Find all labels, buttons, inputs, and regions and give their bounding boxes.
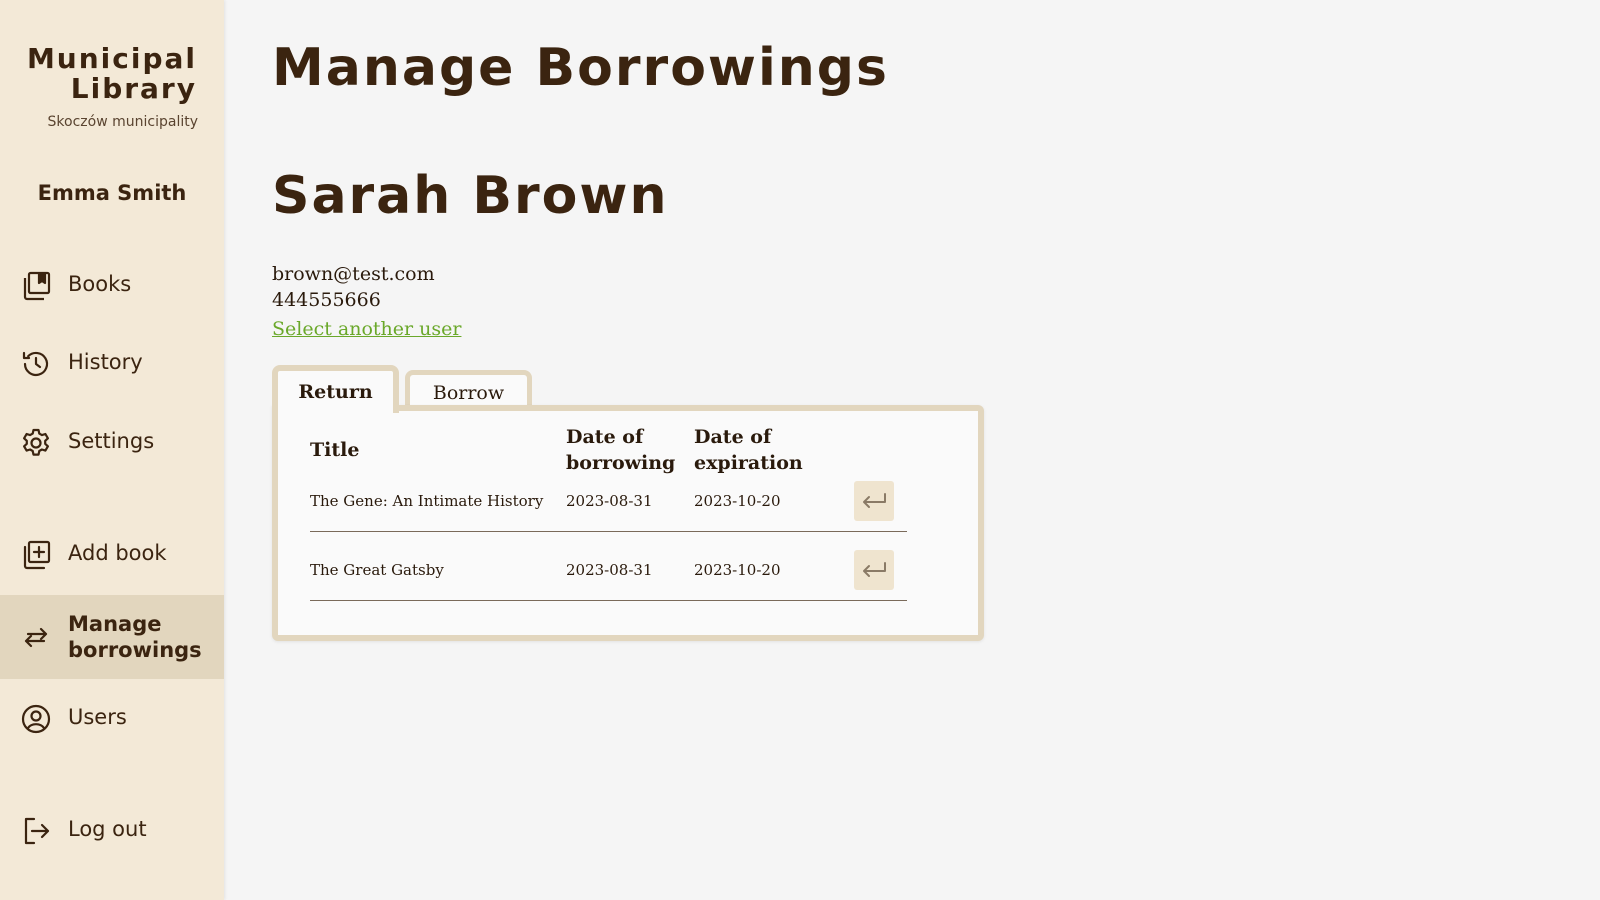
column-header-title: Title (310, 439, 360, 461)
column-header-date-borrowed: Date of borrowing (566, 424, 675, 476)
return-book-button[interactable] (854, 550, 894, 590)
sidebar-item-label: Books (68, 272, 132, 296)
return-arrow-icon (863, 493, 886, 508)
row-divider (310, 600, 907, 601)
sidebar-item-label: History (68, 350, 143, 374)
sidebar-item-label: Add book (68, 541, 167, 565)
brand-subtitle: Skoczów municipality (47, 114, 198, 130)
sidebar-item-label: Log out (68, 817, 147, 841)
return-arrow-icon (863, 562, 886, 577)
user-phone: 444555666 (272, 289, 381, 311)
tab-borrow[interactable]: Borrow (405, 370, 532, 410)
sidebar-item-settings[interactable]: Settings (0, 421, 224, 465)
selected-user-name: Sarah Brown (272, 166, 669, 226)
sidebar-item-label-line1: Manage (68, 612, 162, 636)
sidebar-item-label: Manage borrowings (68, 611, 202, 663)
row-date-expiration: 2023-10-20 (694, 492, 781, 510)
row-title: The Great Gatsby (310, 561, 444, 579)
row-divider (310, 531, 907, 532)
swap-arrows-icon (20, 621, 52, 653)
brand-logo: Municipal Library (0, 44, 197, 104)
books-icon (20, 270, 52, 302)
column-header-date-expiration: Date of expiration (694, 424, 803, 476)
row-date-expiration: 2023-10-20 (694, 561, 781, 579)
user-email: brown@test.com (272, 263, 435, 285)
column-header-line2: expiration (694, 452, 803, 474)
sidebar-item-history[interactable]: History (0, 342, 224, 386)
gear-icon (20, 427, 52, 459)
borrowings-table-panel: Title Date of borrowing Date of expirati… (272, 405, 984, 641)
sidebar-item-label: Users (68, 705, 127, 729)
sidebar-item-add-book[interactable]: Add book (0, 533, 224, 577)
select-another-user-link[interactable]: Select another user (272, 318, 461, 340)
brand-title-line2: Library (70, 72, 197, 105)
sidebar: Municipal Library Skoczów municipality E… (0, 0, 224, 900)
brand-title-line1: Municipal (26, 42, 197, 75)
user-circle-icon (20, 703, 52, 735)
column-header-line1: Date of (694, 426, 772, 448)
logout-icon (20, 815, 52, 847)
current-user-name: Emma Smith (37, 181, 187, 205)
sidebar-item-label: Settings (68, 429, 155, 453)
column-header-line2: borrowing (566, 452, 676, 474)
sidebar-item-books[interactable]: Books (0, 264, 224, 308)
row-title: The Gene: An Intimate History (310, 492, 544, 510)
row-date-borrowed: 2023-08-31 (566, 492, 653, 510)
add-book-icon (20, 539, 52, 571)
sidebar-item-manage-borrowings[interactable]: Manage borrowings (0, 595, 224, 679)
tab-return[interactable]: Return (272, 365, 399, 413)
sidebar-item-users[interactable]: Users (0, 697, 224, 741)
sidebar-item-logout[interactable]: Log out (0, 809, 224, 853)
row-date-borrowed: 2023-08-31 (566, 561, 653, 579)
history-icon (20, 348, 52, 380)
column-header-line1: Date of (566, 426, 644, 448)
sidebar-item-label-line2: borrowings (68, 638, 202, 662)
return-book-button[interactable] (854, 481, 894, 521)
page-title: Manage Borrowings (272, 38, 889, 98)
